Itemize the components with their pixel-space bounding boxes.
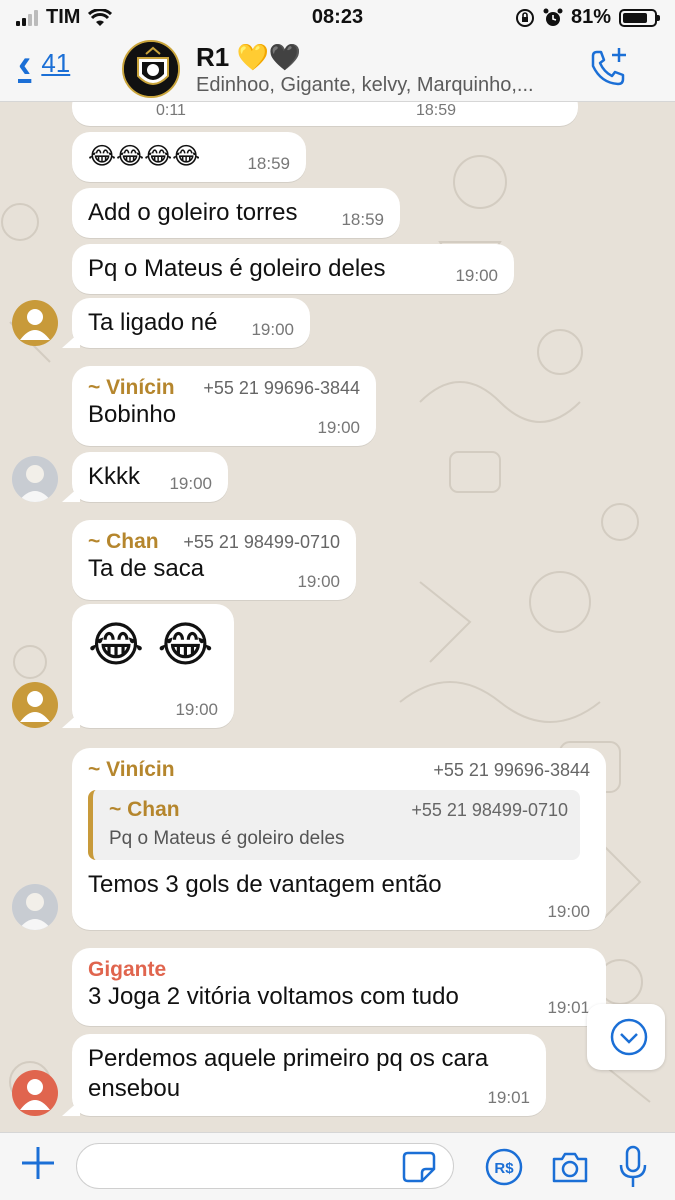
quoted-sender-phone: +55 21 98499-0710 <box>411 800 568 820</box>
scroll-to-bottom-button[interactable] <box>587 1004 665 1070</box>
sender-name[interactable]: ~ Chan <box>88 530 159 554</box>
quoted-sender-name: ~ Chan <box>109 798 180 821</box>
message-time: 18:59 <box>416 102 457 119</box>
quoted-message[interactable]: ~ Chan +55 21 98499-0710 Pq o Mateus é g… <box>88 790 580 860</box>
sender-name[interactable]: ~ Vinícin <box>88 758 175 782</box>
profile-photo <box>12 456 58 502</box>
message-emoji: 😂 😂 <box>88 619 214 672</box>
microphone-icon[interactable] <box>618 1145 648 1189</box>
message-time: 19:01 <box>487 1088 530 1107</box>
profile-photo <box>12 884 58 930</box>
message-bubble[interactable]: Perdemos aquele primeiro pq os cara ense… <box>62 1034 546 1116</box>
sender-phone[interactable]: +55 21 99696-3844 <box>203 378 360 399</box>
plus-icon[interactable] <box>18 1143 58 1183</box>
sender-row: ~ Vinícin +55 21 99696-3844 <box>88 376 360 400</box>
svg-text:R$: R$ <box>494 1160 514 1177</box>
message-bubble[interactable]: ~ Chan +55 21 98499-0710 Ta de saca 19:0… <box>72 520 356 600</box>
sender-row: ~ Chan +55 21 98499-0710 <box>88 530 340 554</box>
add-call-icon[interactable] <box>585 46 631 92</box>
group-avatar[interactable] <box>122 40 180 98</box>
partial-message-bubble[interactable]: 0:11 18:59 <box>72 102 578 126</box>
sender-name[interactable]: Gigante <box>88 958 590 982</box>
avatar[interactable] <box>12 1070 58 1116</box>
alarm-icon <box>543 8 563 26</box>
message-text: Temos 3 gols de vantagem então <box>88 871 442 898</box>
avatar[interactable] <box>12 884 58 930</box>
audio-duration: 0:11 <box>156 102 186 119</box>
message-text: Add o goleiro torres <box>88 199 298 226</box>
message-bubble[interactable]: Pq o Mateus é goleiro deles 19:00 <box>72 244 514 294</box>
composer-bar: R$ <box>0 1132 675 1200</box>
message-text: Pq o Mateus é goleiro deles <box>88 255 386 282</box>
message-text: 3 Joga 2 vitória voltamos com tudo <box>88 983 459 1010</box>
message-bubble[interactable]: 😂😂😂😂 18:59 <box>72 132 306 182</box>
message-bubble[interactable]: ~ Vinícin +55 21 99696-3844 ~ Chan +55 2… <box>72 748 606 930</box>
rotation-lock-icon <box>515 8 534 27</box>
unread-count: 41 <box>41 48 71 78</box>
camera-icon[interactable] <box>550 1149 590 1185</box>
message-time: 19:00 <box>251 320 294 339</box>
battery-percent: 81% <box>570 6 611 28</box>
message-time: 19:00 <box>547 902 590 921</box>
message-input[interactable] <box>76 1143 454 1189</box>
chevron-down-circle-icon <box>610 1018 648 1056</box>
message-time: 18:59 <box>341 210 384 229</box>
message-bubble[interactable]: Kkkk 19:00 <box>62 452 228 502</box>
battery-icon <box>619 8 660 27</box>
message-time: 19:00 <box>175 700 218 719</box>
message-bubble[interactable]: Ta ligado né 19:00 <box>62 298 310 348</box>
group-members[interactable]: Edinhoo, Gigante, kelvy, Marquinho,... <box>196 74 566 97</box>
chevron-left-icon: ‹ <box>18 41 32 86</box>
sender-phone[interactable]: +55 21 98499-0710 <box>183 532 340 553</box>
message-time: 19:00 <box>297 572 340 591</box>
status-bar: TIM 08:23 81% <box>0 0 675 36</box>
avatar[interactable] <box>12 456 58 502</box>
message-bubble[interactable]: Gigante 3 Joga 2 vitória voltamos com tu… <box>72 948 606 1026</box>
sender-name[interactable]: ~ Vinícin <box>88 376 175 400</box>
person-icon <box>20 1079 50 1110</box>
payment-icon[interactable]: R$ <box>484 1147 524 1187</box>
chat-header: ‹ 41 R1 💛🖤 Edinhoo, Gigante, kelvy, Marq… <box>0 36 675 102</box>
sender-phone[interactable]: +55 21 99696-3844 <box>433 760 590 781</box>
group-name[interactable]: R1 💛🖤 <box>196 42 301 73</box>
message-bubble[interactable]: Add o goleiro torres 18:59 <box>72 188 400 238</box>
message-list[interactable]: 0:11 18:59 😂😂😂😂 18:59 Add o goleiro torr… <box>0 102 675 1132</box>
message-time: 19:00 <box>169 474 212 493</box>
avatar[interactable] <box>12 682 58 728</box>
message-bubble[interactable]: ~ Vinícin +55 21 99696-3844 Bobinho 19:0… <box>72 366 376 446</box>
status-right: 81% <box>515 6 660 29</box>
message-time: 19:01 <box>547 998 590 1017</box>
person-icon <box>20 309 50 340</box>
sender-row: ~ Vinícin +55 21 99696-3844 <box>88 758 590 782</box>
avatar[interactable] <box>12 300 58 346</box>
message-bubble[interactable]: 😂 😂 19:00 <box>62 604 234 728</box>
sticker-icon[interactable] <box>402 1151 436 1183</box>
quoted-sender-row: ~ Chan +55 21 98499-0710 <box>109 798 568 822</box>
quoted-text: Pq o Mateus é goleiro deles <box>109 828 345 849</box>
back-button[interactable]: ‹ 41 <box>18 41 71 86</box>
message-time: 19:00 <box>317 418 360 437</box>
message-text: Perdemos aquele primeiro pq os cara ense… <box>88 1045 489 1102</box>
club-crest-icon <box>124 42 178 96</box>
message-time: 18:59 <box>247 154 290 173</box>
person-icon <box>20 691 50 722</box>
message-time: 19:00 <box>455 266 498 285</box>
